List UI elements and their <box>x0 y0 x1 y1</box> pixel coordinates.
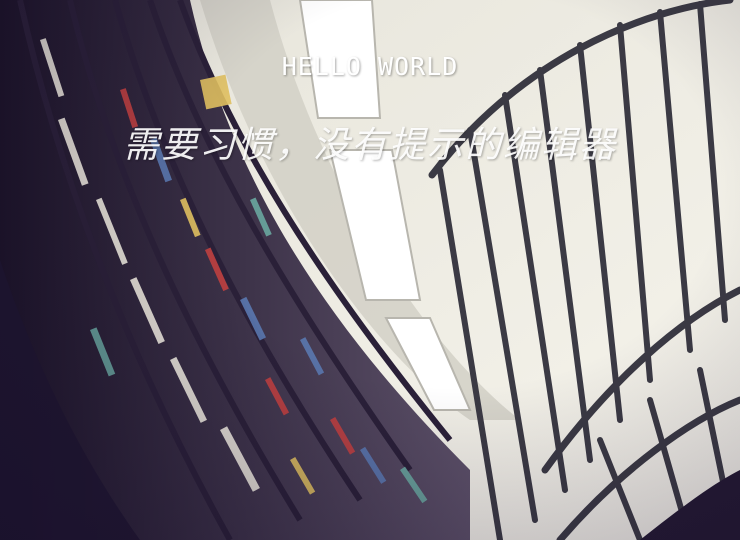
hero-banner: HELLO WORLD 需要习惯，没有提示的编辑器 <box>0 0 740 540</box>
library-photo <box>0 0 740 540</box>
